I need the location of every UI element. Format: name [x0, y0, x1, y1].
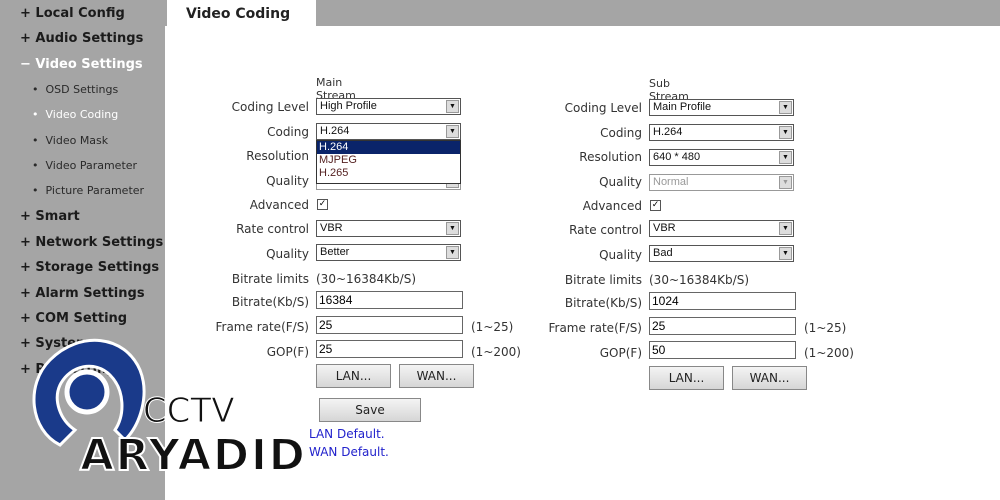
sidebar-subitem-video-mask[interactable]: Video Mask — [32, 134, 109, 147]
chevron-down-icon: ▼ — [779, 222, 792, 235]
sidebar-item-com[interactable]: + COM Setting — [20, 311, 127, 326]
value: Bad — [653, 247, 673, 259]
chevron-down-icon: ▼ — [446, 125, 459, 138]
sidebar-item-audio-settings[interactable]: + Audio Settings — [20, 31, 143, 46]
label: Bitrate limits — [231, 272, 309, 286]
sidebar-subitem-video-parameter[interactable]: Video Parameter — [32, 159, 138, 172]
main-bitrate-limits: (30~16384Kb/S) — [316, 272, 417, 286]
sub-resolution-select[interactable]: 640 * 480 ▼ — [649, 149, 794, 166]
value: H.264 — [653, 126, 683, 138]
sub-bitrate-limits: (30~16384Kb/S) — [649, 273, 750, 287]
sub-quality-select[interactable]: Normal ▼ — [649, 174, 794, 191]
chevron-down-icon: ▼ — [779, 247, 792, 260]
label: Frame rate(F/S) — [548, 321, 642, 335]
lan-default-note: LAN Default. — [309, 427, 385, 441]
sub-coding-level-select[interactable]: Main Profile ▼ — [649, 99, 794, 116]
label: Bitrate(Kb/S) — [231, 295, 309, 309]
label: Rate control — [569, 223, 642, 237]
label: Resolution — [579, 150, 642, 164]
svg-text:CCTV: CCTV — [143, 391, 235, 431]
sub-advanced-checkbox[interactable]: ✓ — [650, 200, 661, 211]
sidebar-item-video-settings[interactable]: − Video Settings — [20, 57, 143, 72]
main-coding-level-select[interactable]: High Profile ▼ — [316, 98, 461, 115]
label: Bitrate(Kb/S) — [564, 296, 642, 310]
sidebar-subitem-picture-parameter[interactable]: Picture Parameter — [32, 184, 145, 197]
label: Coding — [600, 126, 642, 140]
sidebar-subitem-osd[interactable]: OSD Settings — [32, 83, 119, 96]
main-quality2-select[interactable]: Better ▼ — [316, 244, 461, 261]
main-gop-input[interactable] — [316, 340, 463, 358]
chevron-down-icon: ▼ — [446, 222, 459, 235]
sidebar-subitem-video-coding[interactable]: Video Coding — [32, 108, 119, 121]
value: 640 * 480 — [653, 151, 701, 163]
sidebar-item-alarm[interactable]: + Alarm Settings — [20, 286, 145, 301]
label: Coding — [267, 125, 309, 139]
tab-video-coding[interactable]: Video Coding — [167, 0, 316, 27]
chevron-down-icon: ▼ — [779, 151, 792, 164]
coding-dropdown-list: H.264 MJPEG H.265 — [316, 140, 461, 184]
value: High Profile — [320, 100, 377, 112]
range: (1~25) — [804, 321, 847, 335]
aryadid-cctv-watermark-logo: CCTV ARYADID — [32, 338, 306, 480]
main-coding-select[interactable]: H.264 ▼ — [316, 123, 461, 140]
option-mjpeg[interactable]: MJPEG — [317, 154, 460, 167]
label: Rate control — [236, 222, 309, 236]
label: Resolution — [246, 149, 309, 163]
value: VBR — [320, 222, 343, 234]
svg-text:ARYADID: ARYADID — [80, 430, 305, 480]
chevron-down-icon: ▼ — [779, 101, 792, 114]
main-bitrate-input[interactable] — [316, 291, 463, 309]
label: Advanced — [249, 198, 309, 212]
option-h265[interactable]: H.265 — [317, 167, 460, 180]
label: Coding Level — [231, 100, 309, 114]
main-wan-button[interactable]: WAN... — [399, 364, 474, 388]
sub-rate-control-select[interactable]: VBR ▼ — [649, 220, 794, 237]
save-button[interactable]: Save — [319, 398, 421, 422]
sub-coding-select[interactable]: H.264 ▼ — [649, 124, 794, 141]
value: H.264 — [320, 125, 350, 137]
option-h264[interactable]: H.264 — [317, 141, 460, 154]
label: Bitrate limits — [564, 273, 642, 287]
label: Quality — [599, 175, 642, 189]
chevron-down-icon: ▼ — [446, 246, 459, 259]
sidebar-item-network[interactable]: + Network Settings — [20, 235, 163, 250]
value: Normal — [653, 176, 689, 188]
value: Better — [320, 246, 350, 258]
sidebar-item-local-config[interactable]: + Local Config — [20, 6, 125, 21]
chevron-down-icon: ▼ — [779, 176, 792, 189]
label: Coding Level — [564, 101, 642, 115]
label: Quality — [266, 174, 309, 188]
sub-frame-rate-input[interactable] — [649, 317, 796, 335]
main-frame-rate-input[interactable] — [316, 316, 463, 334]
chevron-down-icon: ▼ — [446, 100, 459, 113]
label: Quality — [266, 247, 309, 261]
sidebar-item-smart[interactable]: + Smart — [20, 209, 80, 224]
label: Advanced — [582, 199, 642, 213]
value: VBR — [653, 222, 676, 234]
sub-lan-button[interactable]: LAN... — [649, 366, 724, 390]
main-lan-button[interactable]: LAN... — [316, 364, 391, 388]
main-rate-control-select[interactable]: VBR ▼ — [316, 220, 461, 237]
wan-default-note: WAN Default. — [309, 445, 389, 459]
sub-bitrate-input[interactable] — [649, 292, 796, 310]
label: Quality — [599, 248, 642, 262]
range: (1~200) — [804, 346, 854, 360]
sub-wan-button[interactable]: WAN... — [732, 366, 807, 390]
sub-gop-input[interactable] — [649, 341, 796, 359]
sub-quality2-select[interactable]: Bad ▼ — [649, 245, 794, 262]
chevron-down-icon: ▼ — [779, 126, 792, 139]
label: GOP(F) — [599, 346, 642, 360]
value: Main Profile — [653, 101, 712, 113]
sidebar-item-storage[interactable]: + Storage Settings — [20, 260, 159, 275]
main-advanced-checkbox[interactable]: ✓ — [317, 199, 328, 210]
